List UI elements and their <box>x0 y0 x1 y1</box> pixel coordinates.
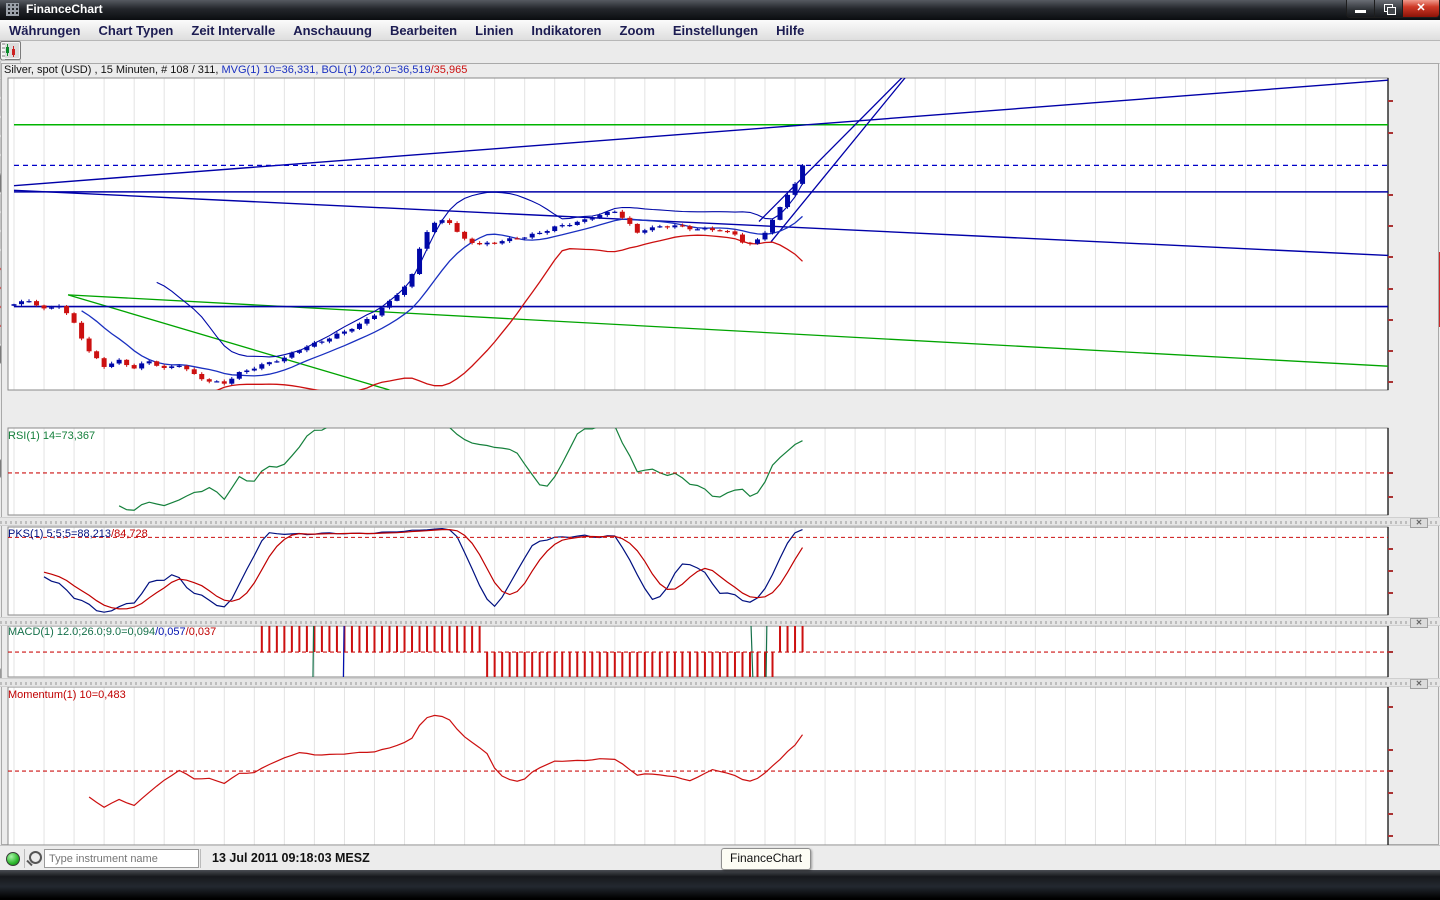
time-axis-label: 10:00 <box>0 399 720 411</box>
time-axis-label: 07:00 <box>0 363 720 375</box>
splitter-grip <box>0 621 1440 624</box>
price-axis-tick <box>1388 132 1393 134</box>
time-axis-label: 08:00 <box>0 375 720 387</box>
time-axis-label: 06:00 <box>0 639 720 651</box>
time-axis-label: 23:00 <box>0 555 720 567</box>
time-axis-label: 21:00 <box>0 819 720 831</box>
time-axis-label: 23:00 <box>0 843 720 855</box>
momentum-axis-tick <box>1388 706 1393 708</box>
price-axis-tick <box>1388 319 1393 321</box>
macd-label-blue: /0,057 <box>155 626 186 638</box>
time-axis-label: 19:00 <box>0 795 720 807</box>
time-axis-label: 17:00 <box>0 771 720 783</box>
screen: FinanceChart ✕ WährungenChart TypenZeit … <box>0 0 1440 900</box>
rsi-axis-tick <box>1388 496 1393 498</box>
macd-axis-tick <box>1388 651 1393 653</box>
time-axis-label: 12:00 <box>0 711 720 723</box>
time-axis-label: 11:00 <box>0 411 720 423</box>
macd-label-red: /0,037 <box>186 626 217 638</box>
macd-label-green: MACD(1) 12.0;26.0;9.0=0,094 <box>8 626 155 638</box>
close-panel-icon[interactable]: ✕ <box>1410 679 1428 689</box>
time-axis-label: 17:00 <box>0 483 720 495</box>
rsi-axis-tick <box>1388 472 1393 474</box>
momentum-axis-tick <box>1388 835 1393 837</box>
time-axis-label: 20:00 <box>0 807 720 819</box>
chart-header-bol-lower: /35,965 <box>431 64 468 76</box>
time-axis-label: 00:00 <box>0 567 720 579</box>
price-axis-tick <box>1388 100 1393 102</box>
taskbar-tooltip: FinanceChart <box>721 848 811 870</box>
pks-axis-tick <box>1388 570 1393 572</box>
pks-axis-tick <box>1388 592 1393 594</box>
splitter-grip <box>0 682 1440 685</box>
time-axis-label: 16:00 <box>0 759 720 771</box>
rsi-label: RSI(1) 14=73,367 <box>8 430 95 442</box>
price-axis-tick <box>1388 256 1393 258</box>
momentum-axis-tick <box>1388 770 1393 772</box>
macd-label: MACD(1) 12.0;26.0;9.0=0,094/0,057/0,037 <box>8 626 216 638</box>
chart-header-mvg-bol: MVG(1) 10=36,331, BOL(1) 20;2.0=36,519 <box>221 64 430 76</box>
price-axis-tick <box>1388 225 1393 227</box>
chart-header-instrument: Silver, spot (USD) , 15 Minuten, # 108 /… <box>4 64 221 76</box>
pks-label-main: PKS(1) 5;5;5=88,213 <box>8 528 111 540</box>
time-axis-label: 02:00 <box>0 879 720 891</box>
time-axis-label: 07:00 <box>0 651 720 663</box>
time-axis-label: 13:00 <box>0 723 720 735</box>
panel-splitter[interactable]: ✕ <box>0 517 1440 526</box>
time-axis-label: 14:00 <box>0 447 720 459</box>
time-axis-label: 22:00 <box>0 831 720 843</box>
panel-splitter[interactable]: ✕ <box>0 617 1440 626</box>
momentum-label: Momentum(1) 10=0,483 <box>8 689 126 701</box>
pks-label-red: /84,728 <box>111 528 148 540</box>
price-axis-tick <box>1388 381 1393 383</box>
time-axis-label: 03:00 <box>0 891 720 900</box>
momentum-axis-tick <box>1388 792 1393 794</box>
momentum-axis-tick <box>1388 749 1393 751</box>
pks-axis-tick <box>1388 548 1393 550</box>
time-axis-label: 22:00 <box>0 543 720 555</box>
time-axis-label: 13:00 <box>0 435 720 447</box>
time-axis-label: 03:00 <box>0 603 720 615</box>
time-axis-label: 00:00 <box>0 855 720 867</box>
time-axis-label: 01:00 <box>0 867 720 879</box>
time-axis-label: 15:00 <box>0 747 720 759</box>
time-axis-label: 15:00 <box>0 459 720 471</box>
price-axis-tick <box>1388 288 1393 290</box>
time-axis-label: 09:00 <box>0 387 720 399</box>
time-axis-label: 16:00 <box>0 471 720 483</box>
close-panel-icon[interactable]: ✕ <box>1410 518 1428 528</box>
time-axis-label: 14:00 <box>0 735 720 747</box>
time-axis-label: 01:00 <box>0 579 720 591</box>
pks-label: PKS(1) 5;5;5=88,213/84,728 <box>8 528 148 540</box>
price-axis-tick <box>1388 350 1393 352</box>
time-axis-label: 18:00 <box>0 783 720 795</box>
time-axis-label: 18:00 <box>0 495 720 507</box>
momentum-axis-tick <box>1388 813 1393 815</box>
chart-header: Silver, spot (USD) , 15 Minuten, # 108 /… <box>4 64 467 76</box>
price-axis-tick <box>1388 194 1393 196</box>
panel-splitter[interactable]: ✕ <box>0 678 1440 687</box>
time-axis-label: 12:00 <box>0 423 720 435</box>
time-axis-label: 08:00 <box>0 663 720 675</box>
close-panel-icon[interactable]: ✕ <box>1410 618 1428 628</box>
splitter-grip <box>0 521 1440 524</box>
time-axis-label: 02:00 <box>0 591 720 603</box>
